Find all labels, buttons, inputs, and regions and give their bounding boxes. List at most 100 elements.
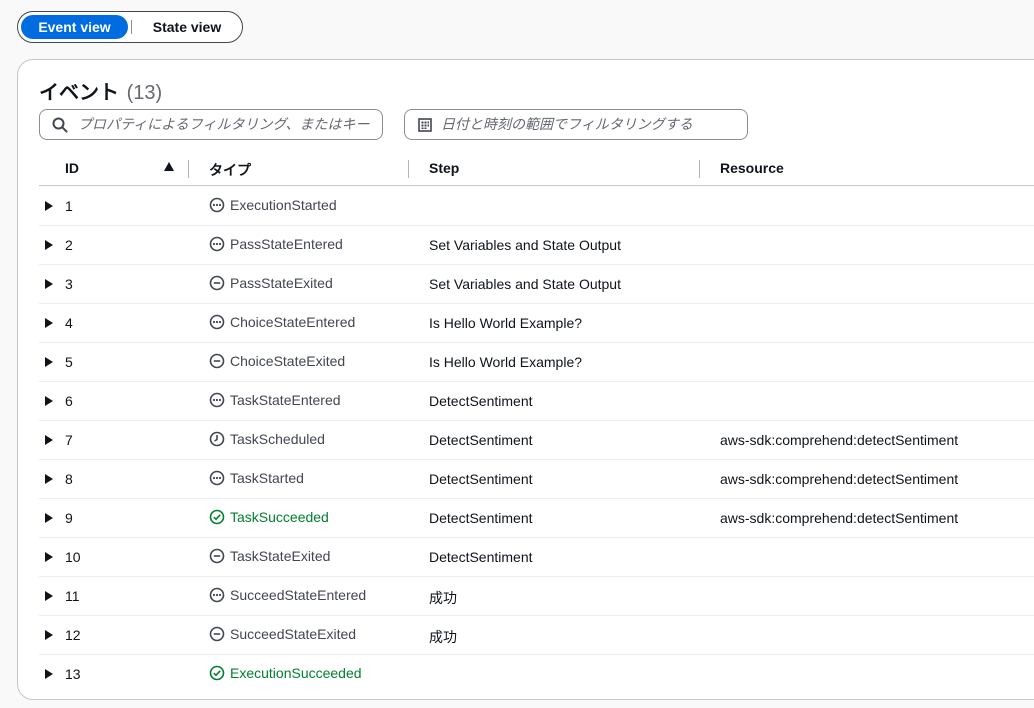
in-progress-icon — [209, 392, 225, 408]
expand-row-caret-icon[interactable] — [45, 669, 53, 679]
expand-row-caret-icon[interactable] — [45, 630, 53, 640]
expand-row-caret-icon[interactable] — [45, 201, 53, 211]
event-type: TaskStateExited — [209, 548, 330, 564]
event-id: 12 — [65, 627, 81, 643]
event-type-label: ExecutionStarted — [230, 197, 337, 213]
event-type: ExecutionSucceeded — [209, 665, 362, 681]
date-range-filter[interactable] — [404, 109, 748, 140]
property-filter[interactable] — [39, 109, 383, 140]
event-view-button[interactable]: Event view — [21, 15, 128, 39]
table-row: 11 SucceedStateEntered 成功 — [39, 577, 1034, 616]
event-resource: aws-sdk:comprehend:detectSentiment — [720, 471, 959, 487]
table-header: ID タイプ Step Resource — [39, 152, 1034, 186]
column-header-id[interactable]: ID — [65, 160, 79, 176]
event-id: 8 — [65, 471, 73, 487]
column-resizer[interactable] — [699, 160, 700, 178]
table-row: 9 TaskSucceeded DetectSentiment aws-sdk:com… — [39, 499, 1034, 538]
expand-row-caret-icon[interactable] — [45, 591, 53, 601]
event-id: 4 — [65, 315, 73, 331]
event-resource: aws-sdk:comprehend:detectSentiment — [720, 432, 959, 448]
event-type-label: ExecutionSucceeded — [230, 665, 362, 681]
event-type-label: SucceedStateExited — [230, 626, 357, 642]
event-type: TaskStarted — [209, 470, 304, 486]
in-progress-icon — [209, 470, 225, 486]
expand-row-caret-icon[interactable] — [45, 240, 53, 250]
event-step: DetectSentiment — [429, 510, 533, 526]
search-input[interactable] — [78, 110, 378, 139]
event-id: 10 — [65, 549, 81, 565]
event-type-label: TaskStateEntered — [230, 392, 341, 408]
column-resizer[interactable] — [408, 160, 409, 178]
table-row: 4 ChoiceStateEntered Is Hello World Exampl… — [39, 304, 1034, 343]
state-view-button[interactable]: State view — [138, 15, 236, 39]
view-toggle: Event view State view — [17, 11, 243, 43]
sort-ascending-icon[interactable] — [164, 162, 174, 171]
stopped-icon — [209, 275, 225, 291]
events-table-body: 1 ExecutionStarted 2 PassStateEntered Set Va… — [39, 187, 1034, 694]
expand-row-caret-icon[interactable] — [45, 357, 53, 367]
expand-row-caret-icon[interactable] — [45, 474, 53, 484]
in-progress-icon — [209, 587, 225, 603]
event-id: 11 — [65, 588, 80, 604]
stopped-icon — [209, 626, 225, 642]
column-header-resource[interactable]: Resource — [720, 160, 784, 176]
event-step: Set Variables and State Output — [429, 276, 621, 292]
event-id: 5 — [65, 354, 73, 370]
events-count: (13) — [126, 82, 163, 104]
search-icon — [52, 117, 68, 133]
column-header-type[interactable]: タイプ — [209, 160, 251, 180]
event-type: ExecutionStarted — [209, 197, 337, 213]
calendar-icon — [418, 118, 432, 132]
event-type: TaskStateEntered — [209, 392, 341, 408]
event-type: SucceedStateEntered — [209, 587, 366, 603]
expand-row-caret-icon[interactable] — [45, 279, 53, 289]
event-id: 6 — [65, 393, 73, 409]
events-panel: イベント (13) ID タイプ Step — [17, 59, 1034, 700]
success-check-icon — [209, 665, 225, 681]
event-id: 7 — [65, 432, 73, 448]
stopped-icon — [209, 548, 225, 564]
column-header-step[interactable]: Step — [429, 160, 459, 176]
event-type: SucceedStateExited — [209, 626, 356, 642]
event-type-label: TaskStateExited — [230, 548, 331, 564]
event-step: DetectSentiment — [429, 471, 533, 487]
event-id: 1 — [65, 198, 73, 214]
events-title: イベント — [39, 82, 119, 104]
table-row: 10 TaskStateExited DetectSentiment — [39, 538, 1034, 577]
event-id: 3 — [65, 276, 73, 292]
event-step: DetectSentiment — [429, 549, 533, 565]
stopped-icon — [209, 353, 225, 369]
event-step: DetectSentiment — [429, 393, 533, 409]
event-step: Set Variables and State Output — [429, 237, 621, 253]
table-row: 2 PassStateEntered Set Variables and State… — [39, 226, 1034, 265]
event-resource: aws-sdk:comprehend:detectSentiment — [720, 510, 959, 526]
expand-row-caret-icon[interactable] — [45, 513, 53, 523]
success-check-icon — [209, 509, 225, 525]
table-row: 3 PassStateExited Set Variables and State … — [39, 265, 1034, 304]
in-progress-icon — [209, 236, 225, 252]
column-resizer[interactable] — [188, 160, 189, 178]
event-step: Is Hello World Example? — [429, 315, 583, 331]
event-type-label: ChoiceStateExited — [230, 353, 346, 369]
event-type: TaskScheduled — [209, 431, 325, 447]
event-type-label: PassStateEntered — [230, 236, 343, 252]
event-type: PassStateExited — [209, 275, 333, 291]
event-type-label: ChoiceStateEntered — [230, 314, 356, 330]
event-type-label: TaskScheduled — [230, 431, 325, 447]
date-range-input[interactable] — [441, 110, 741, 139]
table-row: 13 ExecutionSucceeded — [39, 655, 1034, 694]
table-row: 8 TaskStarted DetectSentiment aws-sdk:compr… — [39, 460, 1034, 499]
event-type-label: TaskSucceeded — [230, 509, 329, 525]
expand-row-caret-icon[interactable] — [45, 552, 53, 562]
expand-row-caret-icon[interactable] — [45, 396, 53, 406]
expand-row-caret-icon[interactable] — [45, 435, 53, 445]
in-progress-icon — [209, 314, 225, 330]
expand-row-caret-icon[interactable] — [45, 318, 53, 328]
event-type-label: SucceedStateEntered — [230, 587, 367, 603]
event-step: 成功 — [429, 590, 457, 606]
event-type: PassStateEntered — [209, 236, 343, 252]
event-type: ChoiceStateEntered — [209, 314, 355, 330]
event-type-label: PassStateExited — [230, 275, 333, 291]
event-step: 成功 — [429, 629, 457, 645]
table-row: 12 SucceedStateExited 成功 — [39, 616, 1034, 655]
